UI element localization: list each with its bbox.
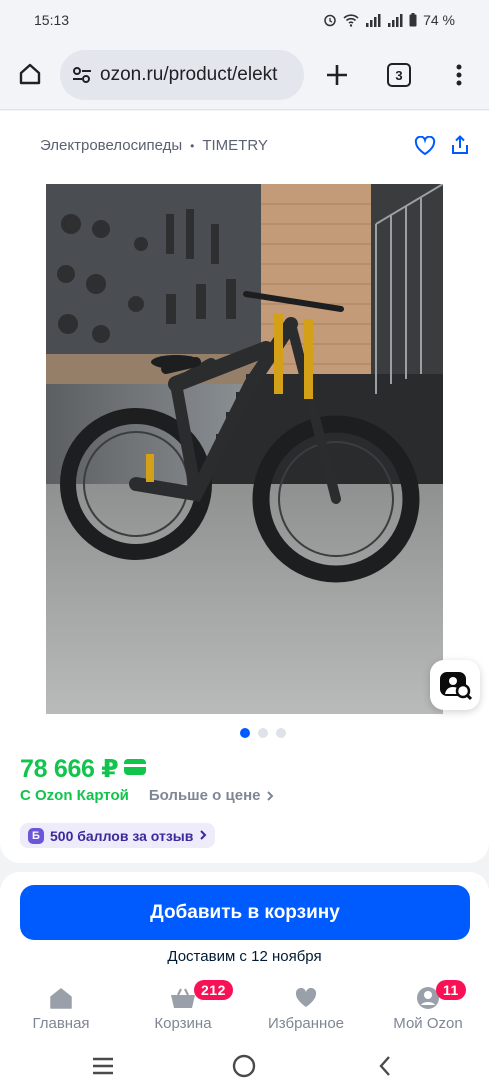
ozon-card-label: С Ozon Картой [20, 787, 129, 804]
share-button[interactable] [449, 133, 471, 157]
carousel-dot[interactable] [240, 728, 250, 738]
recent-apps-button[interactable] [90, 1053, 116, 1079]
points-text: 500 баллов за отзыв [50, 827, 194, 844]
card-icon [124, 758, 147, 780]
signal-icon [365, 13, 381, 27]
share-icon [452, 135, 468, 154]
price-row: 78 666 ₽ [20, 754, 147, 784]
system-nav-bar [0, 1040, 489, 1090]
browser-toolbar: ozon.ru/product/elekt 3 [0, 40, 489, 110]
tab-switcher-button[interactable]: 3 [387, 63, 411, 87]
signal-icon-2 [387, 13, 403, 27]
points-icon: Б [28, 827, 44, 844]
battery-percent: 74 % [423, 12, 455, 28]
more-vert-icon [456, 64, 462, 86]
site-settings-icon[interactable] [70, 63, 94, 87]
cart-count-badge: 212 [194, 980, 233, 1000]
breadcrumb-category[interactable]: Электровелосипеды [40, 137, 182, 154]
heart-icon [292, 984, 320, 1012]
heart-outline-icon [414, 136, 436, 156]
nav-item-cart[interactable]: 212 Корзина [128, 980, 238, 1032]
wifi-icon [343, 13, 359, 27]
add-to-cart-button[interactable]: Добавить в корзину [20, 885, 470, 940]
url-text: ozon.ru/product/elekt [100, 64, 278, 85]
battery-icon [409, 13, 417, 27]
my-ozon-count-badge: 11 [436, 980, 466, 1000]
breadcrumb: Электровелосипеды • TIMETRY [40, 137, 268, 154]
nav-label-home: Главная [32, 1015, 90, 1032]
nav-label-favorites: Избранное [267, 1015, 345, 1032]
system-back-button[interactable] [372, 1053, 398, 1079]
chevron-right-icon [199, 828, 207, 844]
photo-search-button[interactable] [430, 660, 480, 710]
breadcrumb-separator: • [190, 138, 195, 153]
alarm-icon [323, 13, 337, 27]
new-tab-button[interactable] [322, 60, 352, 90]
home-icon [19, 63, 41, 85]
nav-item-home[interactable]: Главная [6, 984, 116, 1032]
product-image[interactable] [46, 184, 443, 714]
chevron-right-icon [266, 790, 274, 802]
nav-label-my-ozon: Мой Ozon [393, 1015, 463, 1032]
back-chevron-icon [379, 1056, 390, 1076]
recents-icon [93, 1057, 113, 1075]
system-home-button[interactable] [231, 1053, 257, 1079]
status-icons: 74 % [323, 12, 455, 28]
carousel-dot[interactable] [258, 728, 268, 738]
circle-home-icon [232, 1054, 256, 1078]
nav-item-my-ozon[interactable]: 11 Мой Ozon [373, 980, 483, 1032]
browser-home-button[interactable] [14, 58, 46, 90]
address-bar[interactable]: ozon.ru/product/elekt [60, 50, 304, 100]
carousel-dot[interactable] [276, 728, 286, 738]
bicycle-photo-icon [46, 184, 443, 714]
nav-label-cart: Корзина [154, 1015, 212, 1032]
nav-item-favorites[interactable]: Избранное [251, 984, 361, 1032]
price: 78 666 ₽ [20, 755, 119, 783]
plus-icon [327, 65, 347, 85]
status-bar: 15:13 74 % [0, 0, 489, 40]
browser-menu-button[interactable] [447, 60, 471, 90]
more-price-link[interactable]: Больше о цене [149, 787, 261, 804]
home-icon [47, 984, 75, 1012]
product-card: Электровелосипеды • TIMETRY 78 666 ₽ С O… [0, 111, 489, 863]
bottom-nav: Главная 212 Корзина Избранное 11 Мой Ozo… [0, 980, 489, 1038]
ozon-card-row: С Ozon Картой Больше о цене [20, 787, 274, 804]
delivery-date: Доставим с 12 ноября [167, 948, 322, 965]
status-time: 15:13 [34, 12, 70, 28]
favorite-button[interactable] [413, 135, 437, 157]
review-points-badge[interactable]: Б 500 баллов за отзыв [20, 823, 216, 848]
image-search-icon [440, 672, 472, 701]
image-carousel-dots [240, 728, 286, 738]
breadcrumb-brand[interactable]: TIMETRY [202, 137, 268, 154]
basket-icon [169, 984, 197, 1012]
